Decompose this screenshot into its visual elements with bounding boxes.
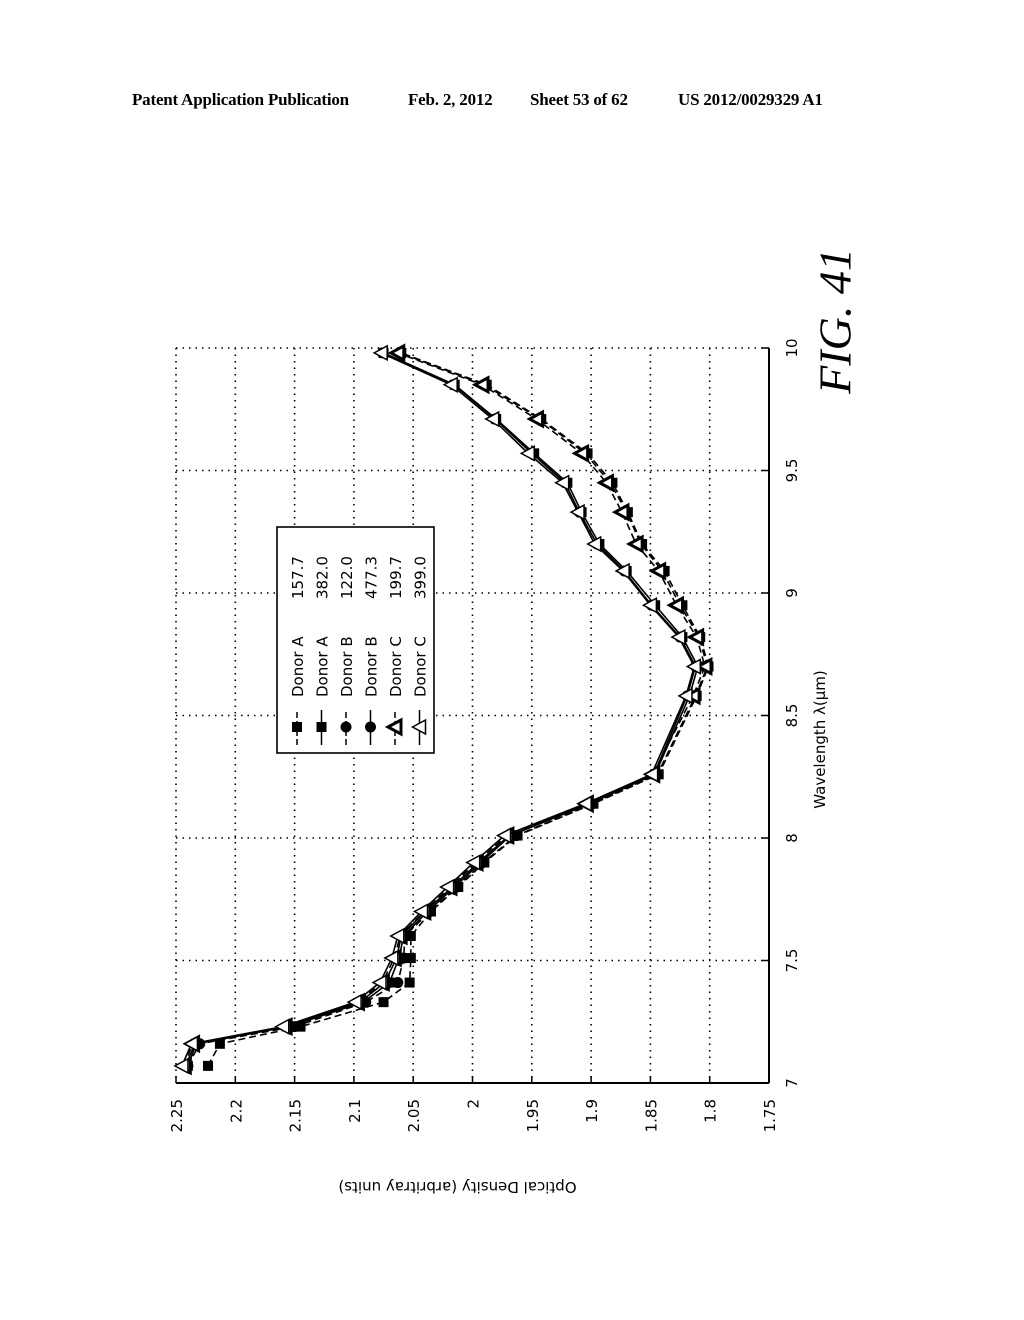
data-point: [626, 534, 644, 554]
axes: 2.25 2.2 2.15 2.1 2.05 2 1.95 1.9 1.85 1.8 1.75 7 7.…: [168, 338, 829, 1196]
wavelength-tick-label: 8.5: [783, 704, 801, 728]
legend-label: Donor B: [338, 636, 356, 697]
od-tick-label: 1.75: [761, 1099, 779, 1132]
series-line: [181, 352, 696, 1067]
wavelength-tick-label: 7: [783, 1078, 801, 1088]
data-point: [666, 595, 684, 615]
wavelength-tick-label: 9.5: [783, 459, 801, 483]
od-axis-label: Optical Density (arbritray units): [338, 1178, 576, 1196]
od-tick-label: 1.8: [702, 1099, 720, 1123]
series-donor-b-122-0: [182, 347, 713, 1072]
legend-value: 122.0: [338, 556, 356, 599]
data-point: [471, 375, 490, 395]
legend-marker: [365, 721, 376, 733]
legend-value: 477.3: [363, 556, 381, 599]
data-point: [404, 977, 415, 988]
series-donor-b-477-3: [179, 347, 701, 1072]
legend-label: Donor A: [289, 636, 307, 697]
data-point: [686, 627, 705, 647]
figure-label-text: FIG. 41: [809, 248, 861, 394]
od-tick-label: 2: [465, 1099, 483, 1109]
od-tick-label: 2.25: [168, 1099, 186, 1132]
od-tick-label: 1.85: [642, 1099, 660, 1132]
series-donor-c-399-0: [173, 344, 702, 1075]
data-point: [173, 1057, 189, 1075]
series-line: [187, 352, 699, 1067]
wavelength-tick-label: 10: [783, 338, 801, 357]
data-point: [571, 443, 590, 463]
legend-marker: [292, 722, 302, 732]
legend-value: 382.0: [314, 556, 332, 599]
series-line: [187, 352, 709, 1067]
od-tick-label: 1.9: [583, 1099, 601, 1123]
grid: [175, 347, 770, 1084]
legend-label: Donor B: [363, 636, 381, 697]
data-point: [392, 977, 404, 989]
data-point: [203, 1060, 214, 1071]
legend: Donor A 157.7 Donor A 382.0 Donor B 122.0 Dono…: [276, 526, 435, 754]
series-donor-c-199-7: [174, 343, 713, 1076]
od-tick-label: 2.2: [227, 1099, 245, 1123]
od-tick-label: 2.15: [287, 1099, 305, 1132]
legend-marker: [316, 722, 327, 732]
wavelength-tick-label: 9: [783, 588, 801, 598]
legend-value: 399.0: [412, 556, 430, 599]
legend-value: 157.7: [289, 556, 307, 599]
od-tick-label: 2.05: [405, 1099, 423, 1132]
figure-label: FIG. 41: [800, 236, 870, 406]
od-tick-label: 2.1: [346, 1099, 364, 1123]
data-point: [182, 1035, 199, 1053]
data-point: [611, 502, 630, 522]
od-tick-label: 1.95: [524, 1099, 542, 1132]
wavelength-tick-label: 8: [783, 833, 801, 843]
series-line: [183, 352, 706, 1067]
legend-label: Donor C: [412, 636, 430, 697]
series-donor-a-382-0: [182, 347, 703, 1071]
optical-density-chart: 2.25 2.2 2.15 2.1 2.05 2 1.95 1.9 1.85 1.8 1.75 7 7.…: [168, 338, 829, 1196]
data-point: [274, 1018, 290, 1035]
legend-marker: [340, 721, 352, 733]
data-point: [378, 997, 389, 1008]
legend-label: Donor C: [387, 636, 405, 697]
legend-label: Donor A: [314, 636, 332, 697]
wavelength-tick-label: 7.5: [783, 949, 801, 973]
legend-value: 199.7: [387, 556, 405, 599]
series-line: [184, 352, 697, 1067]
series-layer: [173, 343, 714, 1076]
wavelength-axis-label: Wavelength λ(μm): [811, 670, 829, 809]
